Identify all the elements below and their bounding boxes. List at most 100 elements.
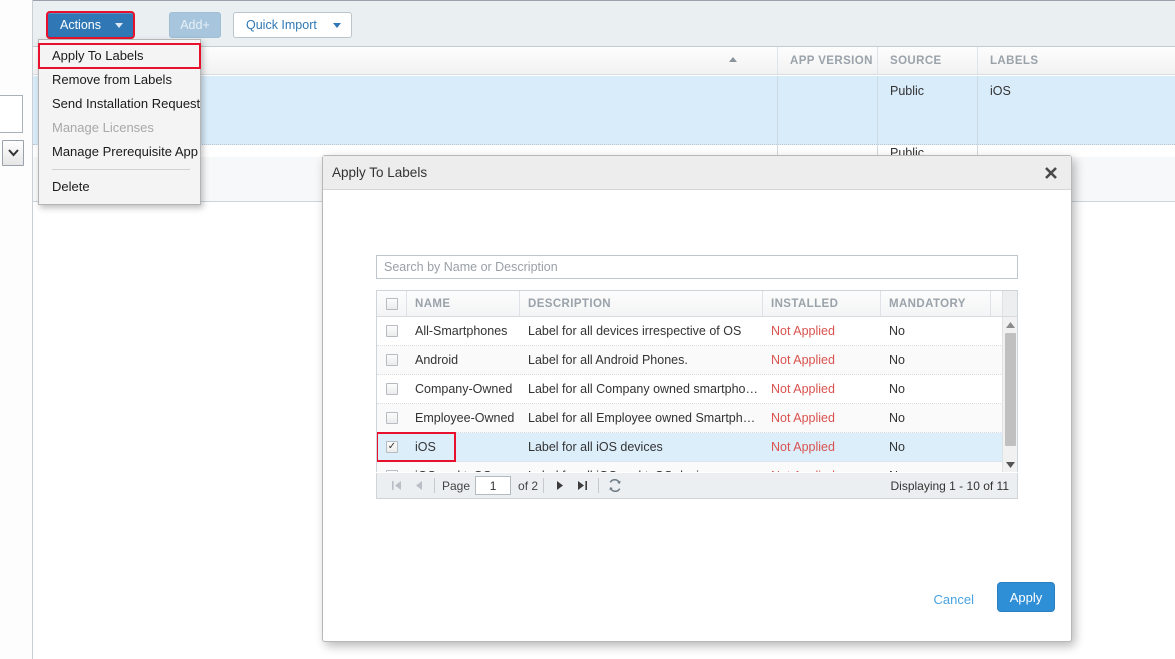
menu-item-delete[interactable]: Delete	[39, 175, 200, 199]
first-page-button[interactable]	[385, 476, 407, 496]
menu-item-apply-to-labels[interactable]: Apply To Labels	[39, 44, 200, 68]
next-page-icon	[556, 480, 565, 491]
list-item-checkbox[interactable]	[386, 354, 398, 366]
list-item-checkbox[interactable]	[386, 470, 398, 472]
list-item-mandatory: No	[881, 404, 991, 432]
pager-divider	[543, 478, 544, 493]
list-item-checkbox-cell[interactable]	[377, 404, 407, 432]
scroll-up-icon[interactable]	[1003, 317, 1017, 332]
list-item-installed: Not Applied	[763, 462, 881, 472]
previous-page-button[interactable]	[407, 476, 429, 496]
labels-grid-header-stub	[1002, 291, 1017, 316]
row-labels-cell: iOS	[978, 76, 1175, 144]
labels-column-header-description[interactable]: DESCRIPTION	[520, 291, 763, 316]
chevron-down-icon	[115, 23, 123, 28]
labels-column-header-name[interactable]: NAME	[407, 291, 520, 316]
labels-column-header-description-label: DESCRIPTION	[528, 298, 611, 310]
list-item-mandatory: No	[881, 346, 991, 374]
column-header-source[interactable]: SOURCE	[878, 47, 978, 74]
search-input[interactable]	[376, 255, 1018, 279]
row-app-version-cell	[778, 76, 878, 144]
labels-grid: NAME DESCRIPTION INSTALLED MANDATORY	[376, 290, 1018, 472]
page-number-input[interactable]	[475, 476, 511, 495]
list-item-checkbox-cell[interactable]	[377, 346, 407, 374]
labels-column-header-name-label: NAME	[415, 298, 450, 310]
left-rail-dropdown[interactable]	[2, 140, 24, 166]
labels-grid-header: NAME DESCRIPTION INSTALLED MANDATORY	[377, 291, 1017, 317]
close-icon[interactable]	[1040, 162, 1062, 184]
menu-item-manage-prerequisite-app[interactable]: Manage Prerequisite App	[39, 140, 200, 164]
list-item-checkbox[interactable]: ✓	[386, 441, 398, 453]
background-grid-header: NAME APP VERSION SOURCE LABELS	[33, 47, 1175, 75]
app-root: Actions Add+ Quick Import NAME APP VERSI…	[0, 0, 1175, 659]
dialog-title: Apply To Labels	[323, 165, 427, 180]
list-item-checkbox[interactable]	[386, 325, 398, 337]
labels-column-header-mandatory-label: MANDATORY	[889, 298, 966, 310]
list-item-name: iOS	[407, 433, 520, 461]
dialog-footer: Cancel Apply	[323, 565, 1071, 641]
list-item-checkbox-cell[interactable]	[377, 462, 407, 472]
list-item-installed: Not Applied	[763, 404, 881, 432]
list-item-name: iOS and tvOS	[407, 462, 520, 472]
column-header-labels[interactable]: LABELS	[978, 47, 1175, 74]
displaying-count-label: Displaying 1 - 10 of 11	[890, 479, 1009, 493]
labels-select-all-cell[interactable]	[377, 291, 407, 316]
last-page-button[interactable]	[571, 476, 593, 496]
menu-item-label: Apply To Labels	[52, 48, 144, 63]
refresh-button[interactable]	[604, 476, 626, 496]
actions-button[interactable]: Actions	[47, 12, 134, 38]
scrollbar-thumb[interactable]	[1005, 333, 1016, 446]
actions-button-label: Actions	[60, 18, 101, 32]
add-button[interactable]: Add+	[169, 12, 221, 38]
list-item-checkbox[interactable]	[386, 383, 398, 395]
next-page-button[interactable]	[549, 476, 571, 496]
list-item-mandatory: No	[881, 462, 991, 472]
table-row[interactable]: es Public iOS	[33, 76, 1175, 145]
list-item-installed: Not Applied	[763, 346, 881, 374]
list-item-checkbox-cell[interactable]	[377, 375, 407, 403]
list-item[interactable]: iOS and tvOS Label for all iOS and tvOS …	[377, 462, 1017, 472]
list-item-checkbox[interactable]	[386, 412, 398, 424]
column-header-source-label: SOURCE	[890, 55, 942, 67]
list-item[interactable]: Employee-Owned Label for all Employee ow…	[377, 404, 1017, 433]
labels-select-all-checkbox[interactable]	[386, 298, 398, 310]
column-header-app-version[interactable]: APP VERSION	[778, 47, 878, 74]
scroll-down-icon[interactable]	[1003, 457, 1017, 472]
list-item[interactable]: Company-Owned Label for all Company owne…	[377, 375, 1017, 404]
previous-page-icon	[414, 480, 423, 491]
list-item-installed: Not Applied	[763, 433, 881, 461]
apply-button[interactable]: Apply	[997, 582, 1055, 612]
labels-column-header-installed[interactable]: INSTALLED	[763, 291, 881, 316]
cancel-button[interactable]: Cancel	[928, 591, 980, 608]
menu-item-label: Manage Licenses	[52, 120, 154, 135]
list-item-description: Label for all Android Phones.	[520, 346, 763, 374]
triangle-up-icon	[1006, 322, 1015, 328]
column-header-labels-label: LABELS	[990, 55, 1038, 67]
sort-ascending-icon	[729, 57, 737, 62]
pagination-toolbar: Page of 2	[376, 473, 1018, 499]
menu-divider	[52, 169, 190, 170]
list-item-description: Label for all iOS devices	[520, 433, 763, 461]
labels-grid-body: All-Smartphones Label for all devices ir…	[377, 317, 1017, 472]
vertical-scrollbar[interactable]	[1002, 317, 1017, 472]
close-glyph	[1044, 166, 1058, 180]
page-total-label: of 2	[518, 479, 538, 493]
list-item[interactable]: All-Smartphones Label for all devices ir…	[377, 317, 1017, 346]
list-item-name: All-Smartphones	[407, 317, 520, 345]
chevron-down-icon	[8, 149, 19, 157]
list-item[interactable]: ✓ iOS Label for all iOS devices Not Appl…	[377, 433, 1017, 462]
list-item-checkbox-cell[interactable]	[377, 317, 407, 345]
menu-item-label: Send Installation Request	[52, 96, 200, 111]
list-item-name: Android	[407, 346, 520, 374]
list-item-description: Label for all Company owned smartpho…	[520, 375, 763, 403]
list-item-mandatory: No	[881, 317, 991, 345]
labels-column-header-mandatory[interactable]: MANDATORY	[881, 291, 991, 316]
menu-item-manage-licenses: Manage Licenses	[39, 116, 200, 140]
first-page-icon	[391, 480, 402, 491]
quick-import-button[interactable]: Quick Import	[233, 12, 352, 38]
left-rail	[0, 0, 33, 659]
menu-item-remove-from-labels[interactable]: Remove from Labels	[39, 68, 200, 92]
chevron-down-icon	[333, 23, 341, 28]
list-item[interactable]: Android Label for all Android Phones. No…	[377, 346, 1017, 375]
menu-item-send-installation-request[interactable]: Send Installation Request	[39, 92, 200, 116]
